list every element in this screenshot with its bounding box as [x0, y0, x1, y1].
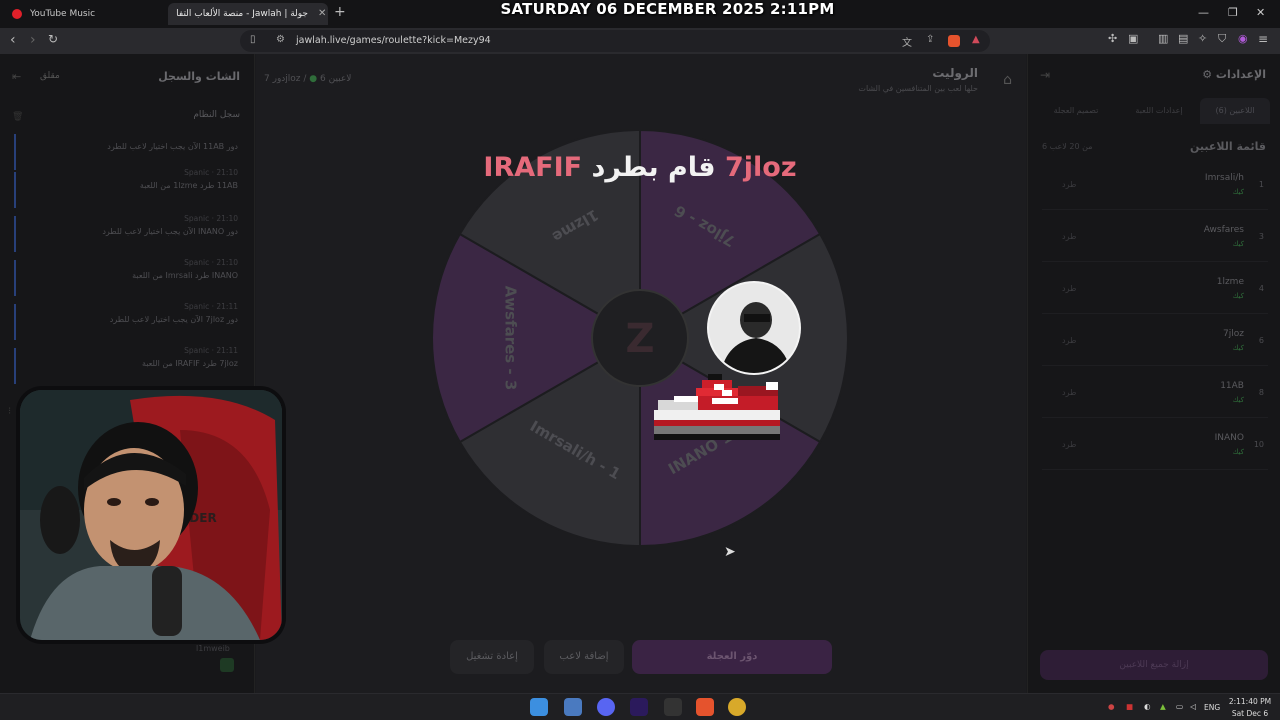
- breadcrumb: دور 7jloz / ● 6 لاعبين: [264, 74, 352, 84]
- kick-player-button[interactable]: طرد: [1062, 440, 1076, 449]
- leo-ai-icon[interactable]: ✧: [1198, 32, 1207, 45]
- player-row: 10 INANO كيك طرد: [1042, 426, 1268, 470]
- premiere-pro-icon[interactable]: [630, 698, 648, 716]
- language-indicator[interactable]: ENG: [1204, 703, 1220, 712]
- jawlah-logo-icon: Z: [625, 316, 654, 362]
- kick-player-button[interactable]: طرد: [1062, 284, 1076, 293]
- obs-icon[interactable]: ◐: [1144, 702, 1151, 711]
- app-icon[interactable]: [664, 698, 682, 716]
- mic-icon[interactable]: ●: [1108, 702, 1115, 711]
- player-row: 3 Awsfares كيك طرد: [1042, 218, 1268, 262]
- back-icon[interactable]: ‹: [10, 32, 16, 48]
- log-entry: Spanic · 21:11 7jloz طرد IRAFIF من اللعب…: [141, 346, 238, 368]
- remove-all-players-button[interactable]: إزالة جميع اللاعبين: [1040, 650, 1268, 680]
- start-icon[interactable]: [530, 698, 548, 716]
- file-explorer-icon[interactable]: [564, 698, 582, 716]
- tab-players[interactable]: اللاعبين (6): [1200, 98, 1270, 124]
- browser-toolbar: ‹ › ↻ ▯ ⚙ jawlah.live/games/roulette?kic…: [0, 28, 1280, 54]
- translate-icon[interactable]: 文: [902, 34, 912, 49]
- page-title: الروليت: [932, 66, 978, 80]
- log-entry: دور 11AB الآن يجب اختيار لاعب للطرد: [107, 142, 238, 151]
- brave-rewards-icon[interactable]: ▲: [972, 34, 980, 45]
- player-row: 8 11AB كيك طرد: [1042, 374, 1268, 418]
- settings-title: الإعدادات ⚙: [1202, 68, 1266, 81]
- panel-title: الشات والسجل: [158, 70, 240, 83]
- screenshot-icon[interactable]: ▣: [1128, 32, 1138, 45]
- sidebar-icon[interactable]: ▥: [1158, 32, 1168, 45]
- restart-button[interactable]: إعادة تشغيل: [450, 640, 534, 674]
- chat-username: l1mweib: [196, 644, 230, 653]
- spin-wheel-button[interactable]: دوّر العجلة: [632, 640, 832, 674]
- volume-icon[interactable]: ◁: [1190, 702, 1196, 711]
- clock-date[interactable]: Sat Dec 6: [1228, 709, 1272, 718]
- collapse-icon[interactable]: ⇥: [1040, 68, 1050, 82]
- kick-player-button[interactable]: طرد: [1062, 232, 1076, 241]
- clock-time[interactable]: 2:11:40 PM: [1228, 697, 1272, 706]
- profile-icon[interactable]: ◉: [1238, 32, 1248, 45]
- site-info-icon[interactable]: ⚙: [276, 34, 285, 45]
- kick-verb: قام بطرد: [591, 152, 716, 183]
- tab-game-settings[interactable]: إعدادات اللعبة: [1120, 98, 1198, 124]
- sneaker-icon: [654, 374, 780, 440]
- menu-icon[interactable]: ≡: [1258, 32, 1268, 46]
- tab-wheel-design[interactable]: تصميم العجلة: [1036, 98, 1116, 124]
- settings-tabs: اللاعبين (6) إعدادات اللعبة تصميم العجلة: [1028, 98, 1280, 124]
- vpn-icon[interactable]: ⛉: [1218, 32, 1226, 46]
- settings-panel: ⇥ الإعدادات ⚙ اللاعبين (6) إعدادات اللعب…: [1027, 54, 1280, 693]
- kicked-name: IRAFIF: [483, 152, 583, 183]
- player-row: 6 7jloz كيك طرد: [1042, 322, 1268, 366]
- roulette-main: ⌂ الروليت حلها لعب بين المتنافسين في الش…: [256, 54, 1026, 693]
- streamer-webcam: ADER: [20, 390, 282, 640]
- windows-taskbar: ● ■ ◐ ▲ ▭ ◁ ENG 2:11:40 PM Sat Dec 6: [0, 693, 1280, 720]
- chrome-icon[interactable]: [728, 698, 746, 716]
- chat-status: مقلق: [40, 71, 60, 81]
- wallet-icon[interactable]: ▤: [1178, 32, 1188, 45]
- forward-icon[interactable]: ›: [30, 32, 36, 48]
- trash-icon[interactable]: 🗑: [12, 112, 23, 122]
- kick-announcement: 7jloz قام بطرد IRAFIF: [0, 152, 1280, 183]
- screen: { "browser": { "tabs": [ {"label": "YouT…: [0, 0, 1280, 720]
- reload-icon[interactable]: ↻: [48, 32, 58, 46]
- mouse-cursor-icon: ➤: [724, 544, 736, 560]
- avatar: [707, 281, 801, 375]
- collapse-icon[interactable]: ⇤: [12, 70, 21, 83]
- log-entry: Spanic · 21:10 دور INANO الآن يجب اختيار…: [102, 214, 238, 236]
- address-bar[interactable]: ▯ ⚙ jawlah.live/games/roulette?kick=Mezy…: [240, 30, 990, 52]
- webcam-overlay: ADER: [20, 390, 282, 640]
- share-icon[interactable]: ⇪: [926, 34, 934, 45]
- add-player-button[interactable]: إضافة لاعب: [544, 640, 624, 674]
- stream-date-overlay: SATURDAY 06 DECEMBER 2025 2:11PM: [500, 0, 835, 18]
- drag-handle-icon[interactable]: ⁝: [8, 406, 11, 417]
- players-count: 6 من 20 لاعب: [1042, 142, 1093, 151]
- bookmark-icon[interactable]: ▯: [250, 34, 256, 45]
- home-icon[interactable]: ⌂: [1003, 72, 1012, 88]
- brave-icon[interactable]: [696, 698, 714, 716]
- log-title: سجل النظام: [193, 110, 240, 120]
- nvidia-icon[interactable]: ▲: [1160, 702, 1166, 711]
- brave-shields-icon[interactable]: [948, 35, 960, 47]
- page-subtitle: حلها لعب بين المتنافسين في الشات: [858, 84, 978, 93]
- player-row: 4 1lzme كيك طرد: [1042, 270, 1268, 314]
- network-icon[interactable]: ▭: [1176, 702, 1183, 711]
- log-entry: Spanic · 21:11 دور 7jloz الآن يجب اختيار…: [109, 302, 238, 324]
- extensions-icon[interactable]: ✣: [1108, 32, 1117, 45]
- discord-icon[interactable]: [597, 698, 615, 716]
- kick-badge-icon: [220, 658, 234, 672]
- record-icon[interactable]: ■: [1126, 702, 1133, 711]
- log-entry: Spanic · 21:10 INANO طرد Imrsali من اللع…: [132, 258, 238, 280]
- kick-player-button[interactable]: طرد: [1062, 388, 1076, 397]
- wheel-segment-label: Awsfares - 3: [502, 286, 520, 391]
- url-text[interactable]: jawlah.live/games/roulette?kick=Mezy94: [296, 35, 491, 46]
- kicker-name: 7jloz: [725, 152, 797, 183]
- kick-player-button[interactable]: طرد: [1062, 336, 1076, 345]
